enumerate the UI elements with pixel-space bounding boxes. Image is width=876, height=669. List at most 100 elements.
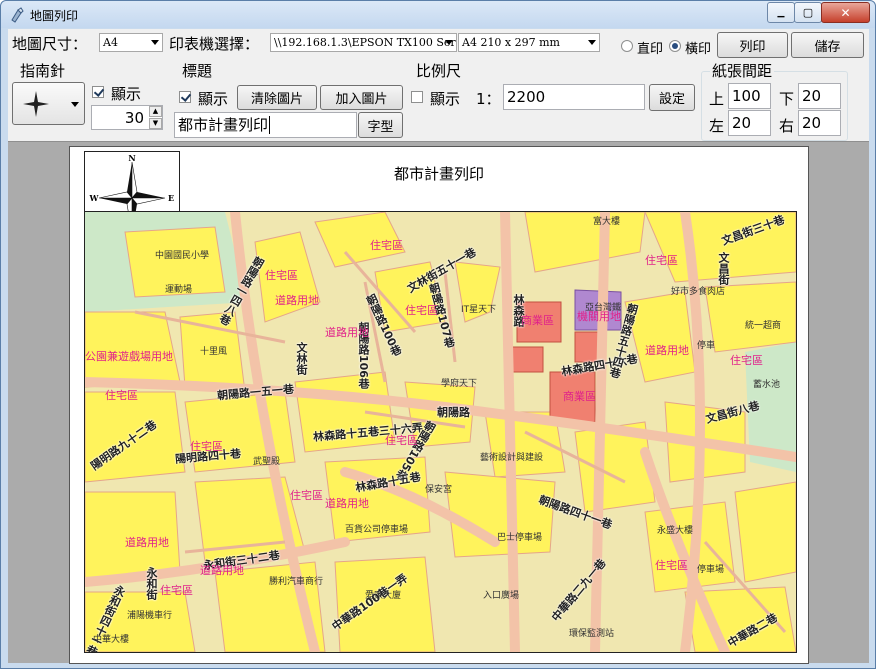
scale-group-label: 比例尺 (416, 62, 462, 80)
map-poi-label: 運動場 (165, 285, 193, 295)
compass-size-value: 30 (124, 109, 144, 127)
margin-top-input[interactable]: 100 (728, 83, 771, 109)
map-road-label: 朝陽路 (437, 406, 470, 419)
map-title: 都市計畫列印 (393, 165, 484, 183)
compass-e: E (168, 193, 174, 203)
map-zone-label: 住宅區 (160, 584, 193, 597)
chevron-down-icon (71, 102, 79, 107)
margin-right-value: 20 (802, 114, 822, 132)
chevron-down-icon (588, 40, 596, 45)
map-poi-label: 巴士停車場 (497, 533, 543, 543)
map-size-select[interactable]: A4 (99, 33, 163, 52)
map-poi-label: 學府天下 (441, 379, 478, 389)
map-image: 朝陽路一四八巷 文林街五十一巷 朝陽路107巷 朝陽路100巷 朝陽路106巷 … (84, 211, 797, 653)
margin-left-label: 左 (709, 117, 725, 135)
map-zone-label: 住宅區 (105, 389, 138, 402)
print-preview-area[interactable]: N S E W 都市計畫列印 (8, 141, 869, 664)
map-zone-label: 道路用地 (125, 536, 169, 549)
landscape-radio[interactable] (669, 40, 681, 52)
map-poi-label: 浦陽機車行 (127, 611, 173, 621)
app-icon (11, 7, 24, 23)
spin-down-button[interactable]: ▼ (149, 118, 162, 129)
title-bar: 地圖列印 ▁ ▢ ✕ (1, 1, 875, 28)
map-zone-label: 住宅區 (655, 559, 688, 572)
font-button[interactable]: 字型 (358, 112, 403, 138)
map-size-label: 地圖尺寸： (12, 35, 88, 53)
map-zone-label: 住宅區 (190, 440, 223, 453)
scale-ratio-prefix: 1： (476, 90, 501, 108)
spin-up-button[interactable]: ▲ (149, 106, 162, 117)
scale-show-checkbox[interactable] (411, 91, 423, 103)
scale-ratio-value: 2200 (507, 88, 546, 106)
title-show-label: 顯示 (198, 90, 229, 108)
chevron-down-icon (151, 40, 159, 45)
map-zone-label: 住宅區 (265, 269, 298, 282)
map-zone-label: 住宅區 (645, 254, 678, 267)
map-poi-label: 富大樓 (593, 217, 621, 227)
portrait-label: 直印 (637, 42, 664, 57)
map-poi-label: 武聖殿 (253, 457, 281, 467)
clear-image-button[interactable]: 清除圖片 (237, 85, 317, 110)
map-zone-label: 公園兼遊戲場用地 (85, 350, 173, 363)
map-zone-label: 住宅區 (405, 304, 438, 317)
map-zone-label: 住宅區 (730, 354, 763, 367)
map-poi-label: 中華大樓 (93, 635, 130, 645)
map-poi-label: 永盛大樓 (657, 526, 694, 536)
scale-show-label: 顯示 (430, 90, 461, 108)
map-poi-label: 停車 (697, 341, 716, 351)
window-title: 地圖列印 (30, 9, 79, 23)
title-text-input[interactable]: 都市計畫列印 (174, 112, 357, 138)
printer-select[interactable]: \\192.168.1.3\EPSON TX100 Serie (270, 33, 457, 52)
chevron-down-icon: ▼ (152, 119, 159, 127)
margin-bottom-value: 20 (802, 87, 822, 105)
margin-right-input[interactable]: 20 (798, 110, 841, 136)
add-image-button[interactable]: 加入圖片 (320, 85, 403, 110)
landscape-label: 橫印 (685, 42, 712, 57)
compass-show-label: 顯示 (111, 85, 142, 103)
client-area: 地圖尺寸： A4 印表機選擇： \\192.168.1.3\EPSON TX10… (8, 29, 869, 664)
map-zone-label: 道路用地 (325, 326, 369, 339)
title-show-checkbox[interactable] (179, 91, 191, 103)
close-button[interactable]: ✕ (821, 2, 870, 23)
portrait-radio[interactable] (621, 40, 633, 52)
chevron-up-icon: ▲ (152, 107, 159, 115)
map-poi-label: 環保監測站 (569, 629, 615, 639)
map-zone-label: 道路用地 (645, 344, 689, 357)
margin-bottom-input[interactable]: 20 (798, 83, 841, 109)
compass-icon (23, 91, 49, 117)
map-zone-label: 道路用地 (200, 564, 244, 577)
printer-value: \\192.168.1.3\EPSON TX100 Serie (274, 36, 457, 49)
window: 地圖列印 ▁ ▢ ✕ 地圖尺寸： A4 印表機選擇： \\192.168.1.3… (0, 0, 876, 669)
scale-ratio-input[interactable]: 2200 (503, 84, 645, 110)
compass-w: W (89, 193, 100, 203)
map-zone-label: 住宅區 (290, 489, 323, 502)
map-poi-label: 停車場 (697, 565, 725, 575)
map-poi-label: IT星天下 (461, 305, 497, 315)
margin-left-input[interactable]: 20 (728, 110, 771, 136)
map-poi-label: 好市多食肉店 (671, 287, 726, 297)
scale-set-button[interactable]: 設定 (649, 84, 695, 111)
map-poi-label: 入口廣場 (483, 591, 520, 601)
margins-group-label: 紙張間距 (710, 60, 775, 81)
map-poi-label: 保安宮 (425, 485, 453, 495)
title-text-value: 都市計畫列印 (178, 116, 269, 134)
margin-bottom-label: 下 (779, 90, 795, 108)
save-button[interactable]: 儲存 (791, 32, 864, 58)
print-button[interactable]: 列印 (717, 32, 788, 58)
map-poi-label: 藝術設計與建設 (480, 453, 544, 463)
map-road-label: 文昌街 (717, 252, 730, 285)
map-poi-label: 十里風 (200, 347, 228, 357)
map-zone-label: 商業區 (563, 390, 596, 403)
map-size-value: A4 (103, 36, 118, 49)
map-poi-label: 愛家大廈 (365, 591, 402, 601)
map-poi-label: 中園國民小學 (155, 251, 210, 261)
map-road-label: 文林街 (295, 342, 308, 375)
margin-top-value: 100 (732, 87, 761, 105)
minimize-button[interactable]: ▁ (767, 2, 795, 23)
compass-style-picker[interactable] (12, 82, 85, 125)
maximize-button[interactable]: ▢ (794, 2, 822, 23)
paper-select[interactable]: A4 210 x 297 mm (458, 33, 600, 52)
compass-show-checkbox[interactable] (92, 86, 104, 98)
print-preview-paper: N S E W 都市計畫列印 (69, 146, 809, 664)
map-poi-label: 蓄水池 (753, 380, 781, 390)
